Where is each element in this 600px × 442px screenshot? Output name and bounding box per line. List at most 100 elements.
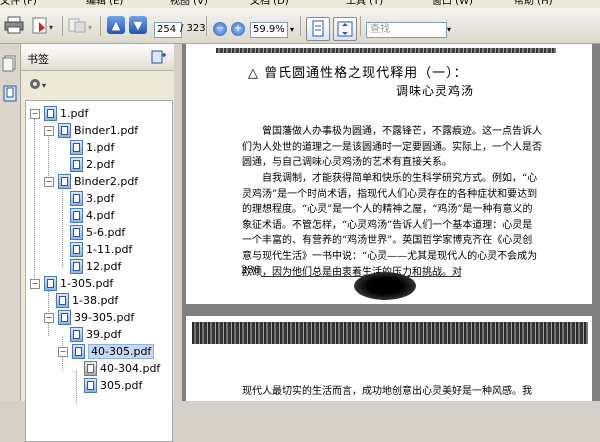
collapse-icon[interactable]: − [44, 176, 54, 187]
collapse-icon[interactable]: − [44, 312, 54, 323]
new-bookmark-icon[interactable] [149, 49, 167, 65]
collapse-icon[interactable]: − [58, 346, 68, 357]
menu-window[interactable]: 窗口 (W) [432, 0, 473, 8]
page-number-input[interactable]: 254 [154, 22, 182, 38]
bookmark-icon [70, 259, 83, 274]
tree-node-label: 305.pdf [100, 379, 143, 392]
tree-node-label: 5-6.pdf [86, 226, 126, 239]
paragraph: 现代人最切实的生活而言，成功地创意出心灵美好是一种风感。我 [242, 386, 532, 397]
tree-node-binder1[interactable]: − Binder1.pdf [44, 122, 138, 139]
tree-node-1-11pdf[interactable]: 1-11.pdf [70, 241, 132, 258]
search-input[interactable]: 查找 [366, 22, 447, 38]
bookmark-icon [70, 157, 83, 172]
page-total: / 323 [180, 23, 206, 34]
pdf-page: △ 曾氏圆通性格之现代释用（一）： 调味心灵鸡汤 曾国藩做人办事极为圆通，不露锋… [186, 44, 592, 304]
zoom-input[interactable]: 59.9% [250, 22, 288, 38]
full-screen-button[interactable] [333, 17, 357, 41]
bookmarks-icon[interactable] [2, 84, 18, 104]
tree-node-12pdf[interactable]: 12.pdf [70, 258, 121, 275]
tree-node-1-38pdf[interactable]: 1-38.pdf [56, 292, 118, 309]
tree-node-39pdf[interactable]: 39.pdf [70, 326, 121, 343]
tree-node-1-305pdf[interactable]: − 1-305.pdf [30, 275, 113, 292]
tree-node-label: 1.pdf [60, 107, 89, 120]
menu-document[interactable]: 文档 (D) [250, 0, 289, 8]
scan-noise-band [192, 322, 588, 344]
bookmark-icon [70, 191, 83, 206]
tree-line [62, 183, 63, 267]
tree-node-label: 40-305.pdf [88, 344, 155, 359]
tree-node-3pdf[interactable]: 3.pdf [70, 190, 114, 207]
zoom-dropdown-icon[interactable]: ▾ [287, 22, 297, 38]
tree-node-39-305pdf[interactable]: − 39-305.pdf [44, 309, 134, 326]
paragraph: 曾国藩做人办事极为圆通，不露锋芒，不露痕迹。这一点告诉人们为人处世的道理之一是该… [242, 126, 542, 169]
next-page-button[interactable]: ▼ [128, 14, 148, 36]
menu-view[interactable]: 视图 (V) [170, 0, 208, 8]
collapse-icon[interactable]: − [30, 278, 40, 289]
tree-node-305pdf[interactable]: 305.pdf [84, 377, 142, 394]
page-number: 236 [241, 265, 261, 276]
toolbar-separator [206, 16, 207, 36]
tree-node-40-304pdf[interactable]: 40-304.pdf [84, 360, 160, 377]
full-screen-icon [337, 21, 353, 37]
svg-text:▾: ▾ [88, 23, 92, 32]
fit-page-button[interactable] [306, 17, 330, 41]
tree-node-40-305pdf[interactable]: − 40-305.pdf [58, 343, 155, 360]
bookmark-gray-icon [84, 361, 97, 376]
arrow-down-icon: ▼ [129, 16, 147, 34]
bookmark-icon [70, 327, 83, 342]
tree-node-1pdf[interactable]: − 1.pdf [30, 105, 88, 122]
tree-node-label: 1.pdf [86, 141, 115, 154]
bookmark-tree: −1.pdf − Binder1.pdf 1.pdf 2.pdf − Binder2… [25, 100, 173, 442]
bookmark-icon [44, 276, 57, 291]
tree-node-binder2[interactable]: − Binder2.pdf [44, 173, 138, 190]
tree-node-label: 12.pdf [86, 260, 122, 273]
bookmark-icon [84, 378, 97, 393]
scan-noise-band [216, 48, 556, 53]
bookmark-icon [56, 293, 69, 308]
pages-icon[interactable] [2, 54, 18, 72]
tree-node-label: 4.pdf [86, 209, 115, 222]
fit-page-icon [312, 20, 324, 37]
svg-text:▾: ▾ [42, 81, 46, 90]
page-subheading: 调味心灵鸡汤 [396, 84, 475, 98]
bookmark-icon [58, 123, 71, 138]
menu-edit[interactable]: 编辑 (E) [86, 0, 123, 8]
menu-file[interactable]: 文件 (F) [0, 0, 37, 8]
bookmark-icon [72, 344, 85, 359]
tree-node-label: 1-38.pdf [72, 294, 119, 307]
tree-node-label: 1-305.pdf [60, 277, 114, 290]
menu-bar: 文件 (F) 编辑 (E) 视图 (V) 文档 (D) 工具 (T) 窗口 (W… [0, 0, 600, 8]
panel-splitter[interactable] [174, 44, 182, 401]
bookmarks-toolbar: ▾ [21, 71, 174, 97]
options-gear-icon[interactable]: ▾ [27, 76, 51, 92]
create-pdf-button[interactable]: ▾ [30, 14, 58, 36]
arrow-up-icon: ▲ [107, 16, 125, 34]
toolbar-separator [360, 16, 361, 36]
print-button[interactable] [2, 14, 26, 36]
pdf-page: 现代人最切实的生活而言，成功地创意出心灵美好是一种风感。我 [186, 316, 592, 401]
tree-node-4pdf[interactable]: 4.pdf [70, 207, 114, 224]
ink-blot [354, 272, 416, 300]
toolbar-separator [100, 16, 101, 36]
bookmark-icon [44, 106, 57, 121]
zoom-in-button[interactable]: + [231, 22, 245, 36]
bookmark-icon [58, 310, 71, 325]
search-dropdown-icon[interactable]: ▾ [444, 22, 454, 38]
bookmark-icon [70, 140, 83, 155]
menu-tools[interactable]: 工具 (T) [346, 0, 383, 8]
tree-node-label: Binder2.pdf [74, 175, 139, 188]
tree-node-binder1-2pdf[interactable]: 2.pdf [70, 156, 114, 173]
collaborate-button[interactable]: ▾ [66, 14, 96, 36]
previous-page-button[interactable]: ▲ [106, 14, 126, 36]
tree-node-5-6pdf[interactable]: 5-6.pdf [70, 224, 125, 241]
collapse-icon[interactable]: − [30, 108, 40, 119]
bookmarks-panel-header: 书签 [21, 44, 174, 71]
zoom-out-button[interactable]: − [213, 22, 227, 36]
document-view[interactable]: △ 曾氏圆通性格之现代释用（一）： 调味心灵鸡汤 曾国藩做人办事极为圆通，不露锋… [182, 44, 600, 401]
collapse-icon[interactable]: − [44, 125, 54, 136]
toolbar-separator [300, 16, 301, 36]
bookmark-icon [70, 242, 83, 257]
tree-node-label: 1-11.pdf [86, 243, 133, 256]
menu-help[interactable]: 帮助 (H) [514, 0, 553, 8]
tree-node-binder1-1pdf[interactable]: 1.pdf [70, 139, 114, 156]
